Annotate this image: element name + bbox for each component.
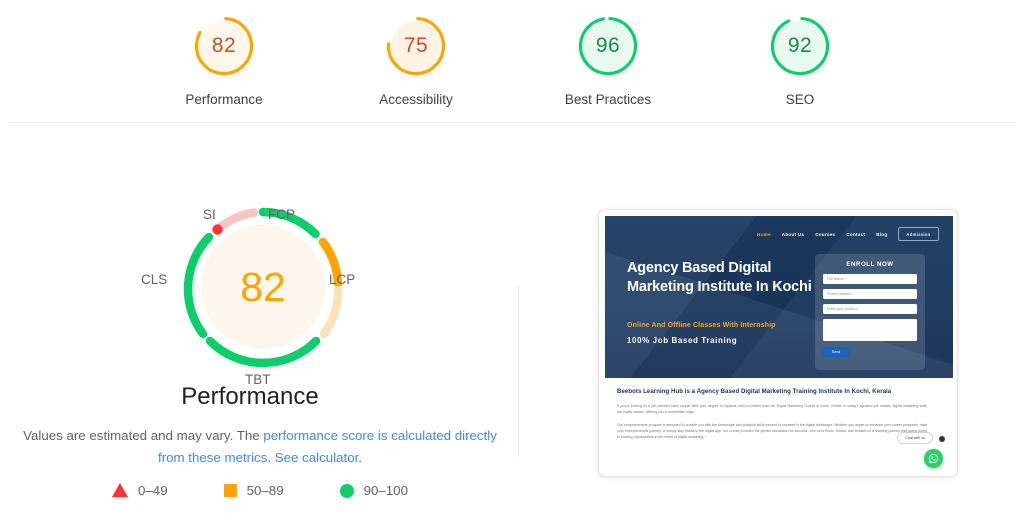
triangle-marker-icon xyxy=(112,483,129,497)
see-calculator-link[interactable]: See calculator xyxy=(275,450,359,465)
nav-link-courses[interactable]: Courses xyxy=(815,232,835,237)
gauge-value-seo: 92 xyxy=(787,34,813,57)
nav-link-contact[interactable]: Contact xyxy=(846,232,865,237)
score-label-seo: SEO xyxy=(785,92,815,107)
score-label-performance: Performance xyxy=(185,92,263,107)
score-label-best-practices: Best Practices xyxy=(564,92,652,107)
legend-item-average: 50–89 xyxy=(223,483,284,498)
donut-segment-si xyxy=(213,208,259,234)
gauge-seo: 92 xyxy=(768,14,832,78)
legend-label-pass: 90–100 xyxy=(363,483,408,498)
score-item-performance[interactable]: 82 Performance xyxy=(160,14,288,107)
metric-label-lcp[interactable]: LCP xyxy=(329,272,355,287)
message-textarea[interactable] xyxy=(823,319,917,341)
email-input[interactable]: Enter your Email id xyxy=(823,304,917,314)
gauge-value-accessibility: 75 xyxy=(403,34,429,57)
whatsapp-icon[interactable] xyxy=(924,449,943,468)
performance-metrics-panel: 82 SI FCP LCP TBT CLS Performance Values… xyxy=(0,123,518,529)
square-marker-icon xyxy=(223,484,237,497)
metrics-note: Values are estimated and may vary. The p… xyxy=(10,425,510,469)
nav-link-about-us[interactable]: About Us xyxy=(782,232,804,237)
full-name-input[interactable]: Full Name* xyxy=(823,274,917,284)
send-button[interactable]: Send xyxy=(823,347,849,357)
performance-donut: 82 SI FCP LCP TBT CLS xyxy=(133,195,393,395)
note-text-part3: . xyxy=(358,450,362,465)
gauge-value-performance: 82 xyxy=(211,34,237,57)
note-text-part1: Values are estimated and may vary. The xyxy=(23,428,264,443)
score-label-accessibility: Accessibility xyxy=(379,92,453,107)
hero-subheading-training: 100% Job Based Training xyxy=(627,336,738,345)
legend-item-pass: 90–100 xyxy=(339,483,408,498)
enroll-form-title: ENROLL NOW xyxy=(846,261,894,268)
phone-number-input[interactable]: Phone number* xyxy=(823,289,917,299)
final-screenshot-panel: Home About Us Courses Contact Blog Admis… xyxy=(519,123,1024,529)
metric-label-fcp[interactable]: FCP xyxy=(268,207,295,222)
lighthouse-report: 82 Performance 75 Accessibility 96 Best … xyxy=(0,0,1024,529)
admission-button[interactable]: Admission xyxy=(898,227,939,241)
note-text-part2: . xyxy=(267,450,275,465)
legend-label-average: 50–89 xyxy=(246,483,284,498)
category-score-row: 82 Performance 75 Accessibility 96 Best … xyxy=(0,0,1024,122)
circle-marker-icon xyxy=(339,483,354,498)
nav-link-blog[interactable]: Blog xyxy=(876,232,887,237)
screenshot-content: Home About Us Courses Contact Blog Admis… xyxy=(605,216,953,476)
legend-label-fail: 0–49 xyxy=(138,483,168,498)
gauge-value-best-practices: 96 xyxy=(595,34,621,57)
body-paragraph-2: Our comprehensive program is designed to… xyxy=(617,423,927,439)
site-body-section: Beebots Learning Hub is a Agency Based D… xyxy=(605,378,953,476)
metric-label-si[interactable]: SI xyxy=(203,207,216,222)
metric-label-cls[interactable]: CLS xyxy=(141,272,167,287)
score-item-best-practices[interactable]: 96 Best Practices xyxy=(544,14,672,107)
gauge-performance: 82 xyxy=(192,14,256,78)
metrics-section: 82 SI FCP LCP TBT CLS Performance Values… xyxy=(0,123,1024,529)
enroll-form: ENROLL NOW Full Name* Phone number* Ente… xyxy=(815,254,925,370)
site-navigation: Home About Us Courses Contact Blog Admis… xyxy=(757,227,939,241)
hero-heading: Agency Based Digital Marketing Institute… xyxy=(627,260,812,295)
nav-link-home[interactable]: Home xyxy=(757,232,771,237)
performance-title: Performance xyxy=(181,383,319,410)
screenshot-frame[interactable]: Home About Us Courses Contact Blog Admis… xyxy=(598,209,958,477)
gauge-best-practices: 96 xyxy=(576,14,640,78)
score-legend: 0–49 50–89 90–100 xyxy=(10,483,510,498)
donut-segment-lcp-remainder xyxy=(319,285,343,339)
chat-settings-icon[interactable] xyxy=(939,436,945,442)
legend-item-fail: 0–49 xyxy=(112,483,168,498)
site-hero: Home About Us Courses Contact Blog Admis… xyxy=(605,216,953,378)
score-item-seo[interactable]: 92 SEO xyxy=(736,14,864,107)
score-item-accessibility[interactable]: 75 Accessibility xyxy=(352,14,480,107)
gauge-accessibility: 75 xyxy=(384,14,448,78)
hero-subheading-offer: Online And Offline Classes With Internsh… xyxy=(627,322,776,329)
donut-marker-si-fail xyxy=(212,224,223,235)
body-heading: Beebots Learning Hub is a Agency Based D… xyxy=(617,388,892,395)
chat-with-us-pill[interactable]: Chat with us xyxy=(897,432,933,444)
body-paragraph-1: If you're looking for a job-oriented sho… xyxy=(617,404,927,414)
